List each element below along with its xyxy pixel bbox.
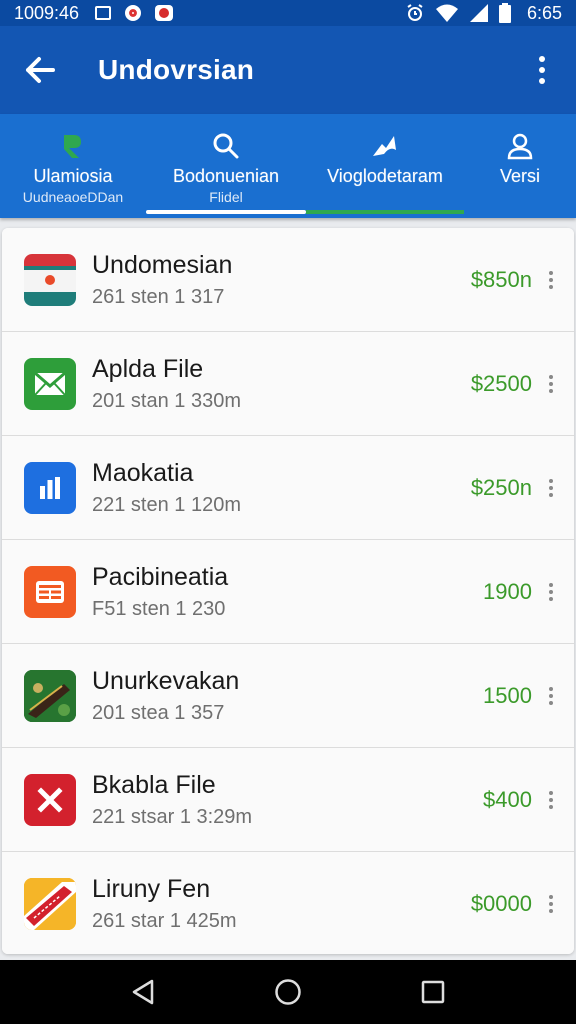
- status-time: 1009:46: [14, 2, 80, 23]
- app-notification-icon: [125, 5, 142, 21]
- arrow-left-icon: [26, 57, 55, 83]
- search-icon: [213, 133, 239, 159]
- tab-ulamiosia[interactable]: Ulamiosia UudneaoeDDan: [0, 114, 146, 218]
- circle-home-icon: [275, 979, 301, 1005]
- item-price: $850n: [470, 266, 532, 292]
- tab-vioglodetaram[interactable]: Vioglodetaram: [306, 114, 464, 218]
- tab-sublabel: UudneaoeDDan: [22, 189, 124, 205]
- more-vert-icon: [549, 478, 553, 483]
- item-meta: 201 stan 1 330m: [92, 389, 241, 412]
- more-vert-icon: [549, 686, 553, 691]
- photo-icon: [24, 669, 76, 722]
- item-name: Unurkevakan: [92, 666, 240, 695]
- chart-icon: [24, 461, 76, 514]
- mail-icon: [24, 357, 76, 410]
- wifi-icon: [435, 4, 458, 22]
- item-price: $2500: [470, 370, 532, 396]
- item-meta: 221 stsar 1 3:29m: [92, 805, 253, 828]
- item-price: $400: [483, 786, 532, 812]
- ship-icon: [373, 136, 396, 156]
- item-meta: 201 stea 1 357: [92, 701, 225, 724]
- nav-recents-button[interactable]: [413, 972, 453, 1012]
- list-item[interactable]: Liruny Fen 261 star 1 425m $0000: [2, 852, 574, 954]
- more-vert-icon: [539, 56, 545, 62]
- tab-label: Bodonuenian: [172, 166, 280, 186]
- status-bar: 1009:46 6:65: [0, 0, 576, 26]
- item-more-button[interactable]: [542, 476, 560, 500]
- item-list: Undomesian 261 sten 1 317 $850n Aplda Fi…: [2, 228, 574, 954]
- item-price: 1500: [483, 682, 532, 708]
- tab-label: Ulamiosia: [33, 166, 113, 186]
- triangle-back-icon: [132, 979, 153, 1005]
- item-more-button[interactable]: [542, 892, 560, 916]
- item-more-button[interactable]: [542, 580, 560, 604]
- item-more-button[interactable]: [542, 372, 560, 396]
- signal-icon: [469, 4, 488, 22]
- flag-icon: [24, 253, 76, 306]
- item-meta: 261 star 1 425m: [92, 910, 237, 932]
- more-vert-icon: [549, 895, 553, 899]
- tab-bodonuenian[interactable]: Bodonuenian Flidel: [146, 114, 306, 218]
- more-vert-icon: [549, 790, 553, 795]
- alarm-icon: [407, 4, 423, 21]
- close-icon: [24, 773, 76, 826]
- alert-notification-icon: [155, 5, 174, 21]
- page-title: Undovrsian: [98, 54, 255, 85]
- item-name: Liruny Fen: [92, 875, 211, 903]
- leaf-icon: [64, 135, 81, 158]
- nav-home-button[interactable]: [268, 972, 308, 1012]
- more-vert-icon: [549, 270, 553, 275]
- tab-sublabel: Flidel: [209, 189, 243, 205]
- list-item[interactable]: Undomesian 261 sten 1 317 $850n: [2, 228, 574, 332]
- item-meta: F51 sten 1 230: [92, 597, 226, 620]
- status-clock: 6:65: [526, 2, 562, 23]
- tab-bar: Ulamiosia UudneaoeDDan Bodonuenian Flide…: [0, 114, 576, 218]
- item-name: Maokatia: [92, 458, 194, 487]
- table-icon: [24, 565, 76, 618]
- more-vert-icon: [549, 374, 553, 379]
- app-bar: Undovrsian: [0, 26, 576, 114]
- tab-label: Versi: [499, 166, 541, 186]
- item-meta: 221 sten 1 120m: [92, 493, 241, 516]
- nav-back-button[interactable]: [123, 972, 163, 1012]
- tab-label: Vioglodetaram: [327, 166, 443, 186]
- item-more-button[interactable]: [542, 788, 560, 812]
- person-icon: [507, 133, 533, 160]
- battery-icon: [498, 3, 511, 23]
- item-more-button[interactable]: [542, 268, 560, 292]
- item-name: Undomesian: [92, 250, 233, 279]
- square-recents-icon: [422, 980, 445, 1004]
- list-item[interactable]: Unurkevakan 201 stea 1 357 1500: [2, 644, 574, 748]
- list-item[interactable]: Maokatia 221 sten 1 120m $250n: [2, 436, 574, 540]
- secondary-tab-indicator: [306, 210, 464, 214]
- list-item[interactable]: Bkabla File 221 stsar 1 3:29m $400: [2, 748, 574, 852]
- list-item[interactable]: Pacibineatia F51 sten 1 230 1900: [2, 540, 574, 644]
- item-price: $0000: [470, 891, 532, 916]
- active-tab-indicator: [146, 210, 306, 214]
- item-price: $250n: [470, 474, 532, 500]
- more-vert-icon: [549, 582, 553, 587]
- item-price: 1900: [483, 578, 532, 604]
- item-name: Aplda File: [92, 354, 204, 383]
- back-button[interactable]: [20, 50, 60, 90]
- item-more-button[interactable]: [542, 684, 560, 708]
- item-name: Bkabla File: [92, 770, 216, 799]
- tag-icon: [24, 878, 76, 930]
- item-meta: 261 sten 1 317: [92, 285, 225, 308]
- item-name: Pacibineatia: [92, 562, 229, 591]
- tab-versi[interactable]: Versi: [464, 114, 576, 218]
- list-item[interactable]: Aplda File 201 stan 1 330m $2500: [2, 332, 574, 436]
- overflow-menu-button[interactable]: [530, 50, 554, 90]
- system-nav-bar: [0, 960, 576, 1024]
- image-notification-icon: [95, 6, 112, 20]
